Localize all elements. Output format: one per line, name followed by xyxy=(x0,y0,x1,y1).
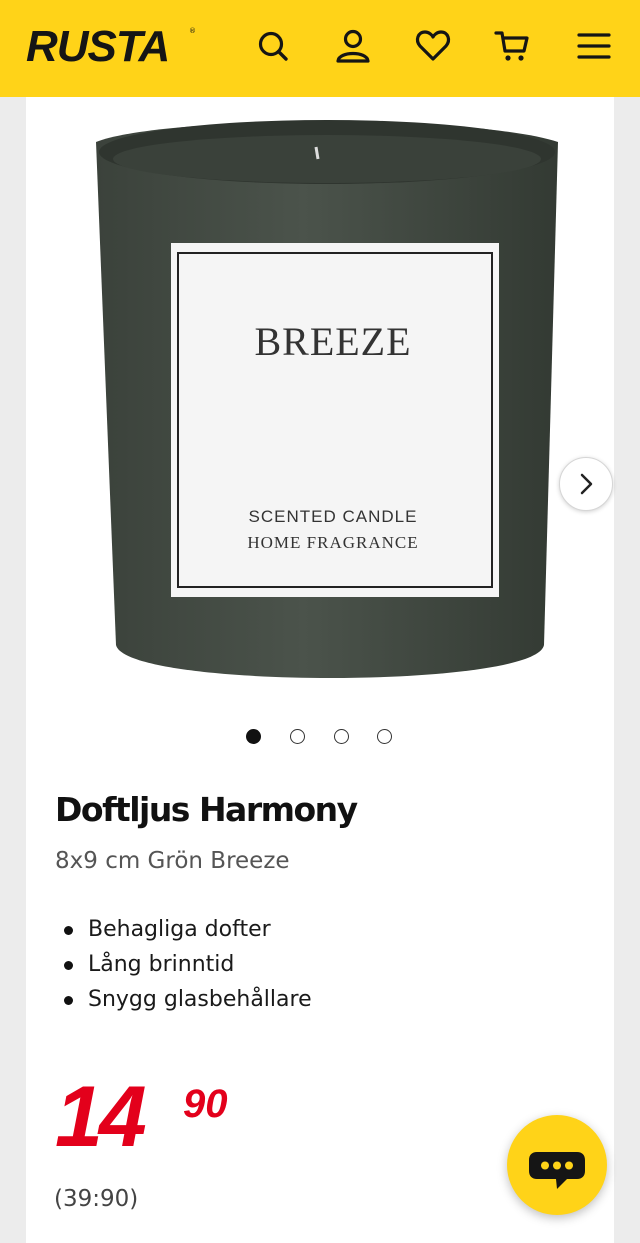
site-header: RUSTA ® xyxy=(0,0,640,97)
gallery-dot-1[interactable] xyxy=(246,729,261,744)
heart-icon[interactable] xyxy=(413,26,453,66)
rusta-logo[interactable]: RUSTA xyxy=(26,22,170,72)
price-whole: 14 xyxy=(55,1069,147,1165)
gallery-dots xyxy=(246,729,406,749)
feature-list: Behagliga dofter Lång brinntid Snygg gla… xyxy=(60,912,312,1017)
chat-button[interactable] xyxy=(507,1115,607,1215)
bullet-icon xyxy=(64,926,73,935)
bullet-icon xyxy=(64,996,73,1005)
feature-item: Lång brinntid xyxy=(60,947,312,982)
feature-text: Behagliga dofter xyxy=(88,917,271,942)
gallery-dot-4[interactable] xyxy=(377,729,392,744)
chevron-right-icon xyxy=(580,473,593,495)
label-line2-text: HOME FRAGRANCE xyxy=(247,533,418,552)
search-icon[interactable] xyxy=(253,26,293,66)
price-decimals: 90 xyxy=(183,1082,228,1126)
product-image[interactable]: BREEZE SCENTED CANDLE HOME FRAGRANCE xyxy=(26,97,614,707)
account-icon[interactable] xyxy=(333,26,373,66)
gallery-dot-3[interactable] xyxy=(334,729,349,744)
chat-icon xyxy=(529,1152,585,1189)
product-subtitle: 8x9 cm Grön Breeze xyxy=(55,848,290,874)
feature-item: Behagliga dofter xyxy=(60,912,312,947)
product-title: Doftljus Harmony xyxy=(55,790,358,829)
feature-item: Snygg glasbehållare xyxy=(60,982,312,1017)
gallery-dot-2[interactable] xyxy=(290,729,305,744)
cart-icon[interactable] xyxy=(493,26,533,66)
feature-text: Snygg glasbehållare xyxy=(88,987,312,1012)
registered-mark: ® xyxy=(189,27,196,35)
label-brand-text: BREEZE xyxy=(254,319,411,364)
feature-text: Lång brinntid xyxy=(88,952,235,977)
gallery-next-button[interactable] xyxy=(559,457,613,511)
compare-price: (39:90) xyxy=(54,1186,139,1212)
bullet-icon xyxy=(64,961,73,970)
menu-icon[interactable] xyxy=(574,26,614,66)
label-line1-text: SCENTED CANDLE xyxy=(249,507,418,526)
